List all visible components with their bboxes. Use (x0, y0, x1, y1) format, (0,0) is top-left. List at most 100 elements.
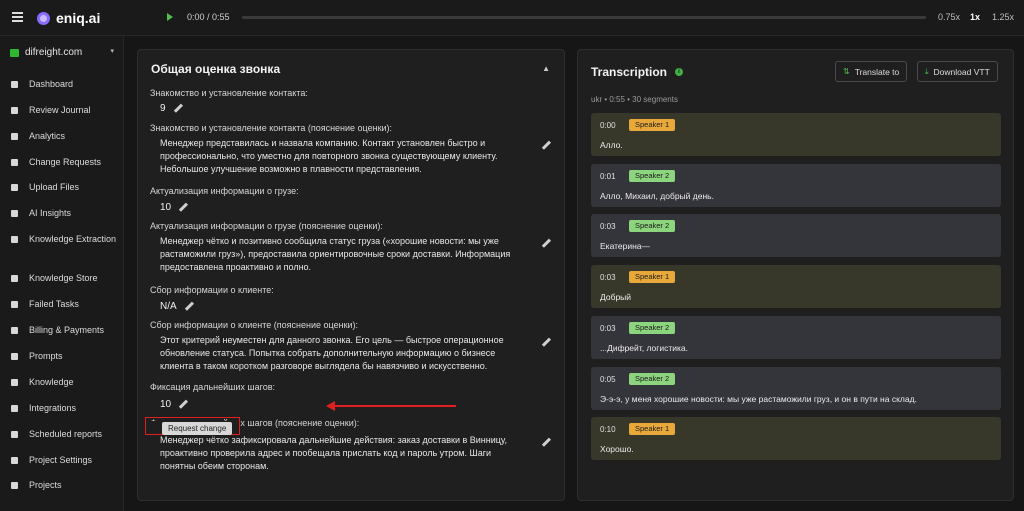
edit-icon[interactable] (178, 203, 188, 213)
edit-icon[interactable] (173, 104, 183, 114)
speaker-badge: Speaker 2 (629, 372, 676, 385)
segment-time[interactable]: 0:00 (600, 121, 616, 130)
translate-button[interactable]: ⇅ Translate to (835, 61, 908, 82)
sidebar-item-label: Review Journal (29, 105, 91, 115)
book-icon (10, 272, 19, 285)
sidebar-item-knowledge-store[interactable]: Knowledge Store (10, 272, 120, 285)
playback-time: 0:00 / 0:55 (187, 12, 230, 22)
menu-icon[interactable] (12, 12, 23, 22)
sidebar-item-upload-files[interactable]: Upload Files (10, 181, 120, 194)
sidebar-item-label: Upload Files (29, 182, 80, 192)
field-label: Сбор информации о клиенте: (150, 285, 274, 295)
transcript-segment[interactable]: 0:01 Speaker 2 Алло, Михаил, добрый день. (591, 163, 1001, 207)
sidebar-item-projects[interactable]: Projects (10, 479, 120, 492)
sidebar-item-label: Billing & Payments (29, 325, 105, 335)
segment-text: Алло. (600, 140, 623, 150)
speaker-badge: Speaker 2 (629, 220, 676, 233)
speaker-badge: Speaker 1 (629, 423, 676, 436)
sidebar-item-label: AI Insights (29, 208, 72, 218)
speed-0-75x[interactable]: 0.75x (938, 12, 960, 22)
sidebar-item-knowledge[interactable]: Knowledge (10, 376, 120, 389)
score-value: 10 (160, 202, 188, 213)
sidebar-item-review-journal[interactable]: Review Journal (10, 104, 120, 117)
speaker-badge: Speaker 2 (629, 169, 676, 182)
edit-icon[interactable] (541, 438, 551, 448)
transcript-segment[interactable]: 0:03 Speaker 2 ...Дифрейт, логистика. (591, 315, 1001, 359)
download-vtt-button[interactable]: ⤓ Download VTT (917, 61, 998, 82)
transcript-segment[interactable]: 0:00 Speaker 1 Алло. (591, 113, 1001, 156)
org-name: difreight.com (25, 47, 83, 58)
sidebar-item-change-requests[interactable]: Change Requests (10, 156, 120, 169)
sidebar-item-knowledge-extraction[interactable]: Knowledge Extraction (10, 233, 120, 246)
segment-text: Добрый (600, 292, 632, 303)
sidebar-item-label: Project Settings (29, 455, 93, 465)
speed-1-25x[interactable]: 1.25x (992, 12, 1014, 22)
field-explanation: Менеджер чётко зафиксировала дальнейшие … (160, 435, 508, 471)
segment-text: Э-э-э, у меня хорошие новости: мы уже ра… (600, 393, 917, 404)
score-value: 9 (160, 103, 183, 114)
sidebar-item-label: Scheduled reports (29, 429, 103, 439)
book-icon (10, 376, 19, 389)
speaker-badge: Speaker 2 (629, 321, 676, 334)
sidebar-item-ai-insights[interactable]: AI Insights (10, 207, 120, 220)
sidebar-item-billing-payments[interactable]: Billing & Payments (10, 324, 120, 337)
annotation-arrow (333, 405, 456, 407)
sidebar-item-dashboard[interactable]: Dashboard (10, 78, 120, 91)
sidebar-item-label: Change Requests (29, 157, 102, 167)
chevron-up-icon[interactable]: ▲ (542, 64, 550, 73)
book-icon (10, 233, 19, 246)
download-icon: ⤓ (925, 66, 929, 76)
field-label: Актуализация информации о грузе: (150, 186, 299, 196)
edit-icon[interactable] (541, 338, 551, 348)
edit-icon[interactable] (541, 141, 551, 151)
sidebar-item-label: Knowledge Extraction (29, 234, 117, 244)
segment-time[interactable]: 0:01 (600, 172, 616, 181)
document-icon (10, 350, 19, 363)
edit-icon[interactable] (178, 400, 188, 410)
transcript-segment[interactable]: 0:10 Speaker 1 Хорошо. (591, 417, 1001, 461)
play-icon[interactable] (167, 13, 173, 21)
score-value: N/A (160, 301, 194, 312)
sidebar-item-failed-tasks[interactable]: Failed Tasks (10, 298, 120, 311)
speed-1x[interactable]: 1x (970, 12, 980, 22)
field-label: Знакомство и установление контакта (пояс… (150, 123, 393, 133)
sidebar-item-prompts[interactable]: Prompts (10, 350, 120, 363)
segment-time[interactable]: 0:10 (600, 425, 616, 434)
transcript-segment[interactable]: 0:03 Speaker 1 Добрый (591, 265, 1001, 309)
org-selector[interactable]: difreight.com ▾ (10, 47, 114, 58)
journal-icon (10, 104, 19, 117)
evaluation-title: Общая оценка звонка (151, 62, 281, 76)
clock-icon (10, 428, 19, 441)
segment-time[interactable]: 0:03 (600, 324, 616, 333)
sidebar-item-analytics[interactable]: Analytics (10, 130, 120, 143)
brand[interactable]: eniq.ai (37, 10, 100, 26)
audio-progress-bar[interactable] (242, 16, 926, 19)
sidebar-item-scheduled-reports[interactable]: Scheduled reports (10, 428, 120, 441)
field-label: Фиксация дальнейших шагов: (150, 382, 276, 392)
warning-icon (10, 298, 19, 311)
chevron-down-icon: ▾ (110, 48, 114, 55)
edit-icon[interactable] (184, 302, 194, 312)
segment-text: Алло, Михаил, добрый день. (600, 190, 714, 201)
transcript-segment[interactable]: 0:05 Speaker 2 Э-э-э, у меня хорошие новос… (591, 366, 1001, 410)
sidebar-item-integrations[interactable]: Integrations (10, 402, 120, 415)
transcript-segment[interactable]: 0:03 Speaker 2 Екатерина— (591, 214, 1001, 258)
field-explanation: Менеджер представилась и назвала компани… (160, 138, 498, 174)
score-value: 10 (160, 399, 188, 410)
analytics-icon (10, 130, 19, 143)
upload-icon (10, 181, 19, 194)
segment-time[interactable]: 0:05 (600, 375, 616, 384)
segment-time[interactable]: 0:03 (600, 222, 616, 231)
dashboard-icon (10, 78, 19, 91)
logo-icon (37, 11, 50, 25)
segment-time[interactable]: 0:03 (600, 273, 616, 282)
sidebar-item-label: Projects (29, 480, 62, 490)
speaker-badge: Speaker 1 (629, 119, 676, 131)
sidebar-item-project-settings[interactable]: Project Settings (10, 454, 120, 467)
segment-text: Хорошо. (600, 444, 634, 455)
brand-name: eniq.ai (56, 10, 101, 26)
info-icon[interactable]: i (675, 68, 684, 76)
sync-icon (10, 402, 19, 415)
sidebar-item-label: Knowledge (29, 377, 74, 387)
edit-icon[interactable] (541, 239, 551, 249)
